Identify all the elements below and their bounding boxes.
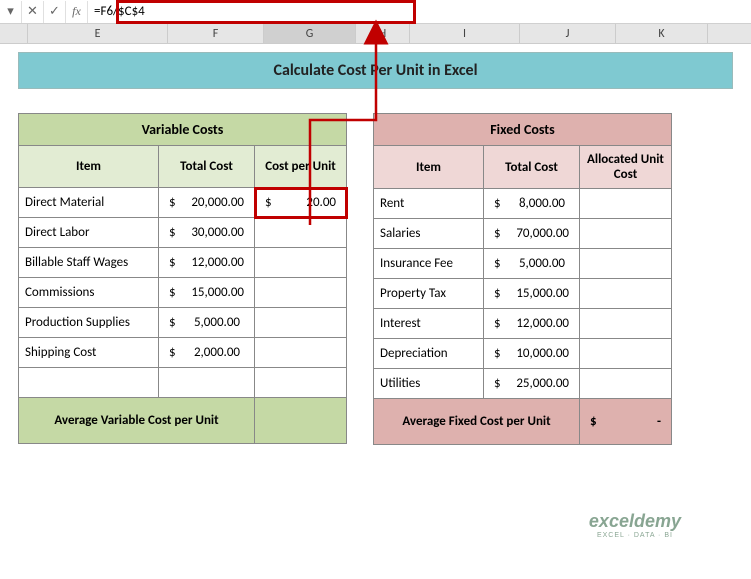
cell-total[interactable]: $12,000.00 [159, 248, 255, 278]
page-title: Calculate Cost Per Unit in Excel [18, 52, 733, 89]
table-row: Interest$12,000.00 [374, 309, 672, 339]
var-avg-value[interactable] [255, 398, 347, 444]
col-header-E[interactable]: E [28, 24, 168, 43]
table-row: Insurance Fee$5,000.00 [374, 249, 672, 279]
fix-avg-row: Average Fixed Cost per Unit $- [374, 399, 672, 445]
variable-title: Variable Costs [19, 114, 347, 146]
cell-cpu[interactable] [255, 278, 347, 308]
table-row: Utilities$25,000.00 [374, 369, 672, 399]
fixed-title: Fixed Costs [374, 114, 672, 146]
fix-avg-label: Average Fixed Cost per Unit [374, 399, 580, 445]
table-row: Direct Labor $30,000.00 [19, 218, 347, 248]
table-row: Commissions $15,000.00 [19, 278, 347, 308]
cell-cpu-selected[interactable]: $20.00 [255, 188, 347, 218]
cancel-icon[interactable]: ✕ [22, 1, 44, 23]
var-h-item: Item [19, 146, 159, 188]
col-header-F[interactable]: F [168, 24, 264, 43]
dropdown-icon[interactable]: ▾ [0, 1, 22, 23]
cell-item[interactable]: Production Supplies [19, 308, 159, 338]
col-header-J[interactable]: J [520, 24, 616, 43]
cell-total[interactable]: $5,000.00 [159, 308, 255, 338]
enter-icon[interactable]: ✓ [44, 1, 66, 23]
fix-h-auc: Allocated Unit Cost [580, 146, 672, 189]
column-headers: E F G H I J K [0, 24, 751, 44]
col-header-G[interactable]: G [264, 24, 356, 43]
cell-item[interactable]: Commissions [19, 278, 159, 308]
fixed-costs-table: Fixed Costs Item Total Cost Allocated Un… [373, 113, 672, 445]
cell-cpu[interactable] [255, 338, 347, 368]
cell-item[interactable]: Direct Material [19, 188, 159, 218]
formula-bar: ▾ ✕ ✓ fx =F6/$C$4 [0, 0, 751, 24]
variable-costs-table: Variable Costs Item Total Cost Cost per … [18, 113, 347, 444]
watermark: exceldemy EXCEL · DATA · BI [589, 511, 681, 539]
table-row: Shipping Cost $2,000.00 [19, 338, 347, 368]
var-avg-label: Average Variable Cost per Unit [19, 398, 255, 444]
worksheet[interactable]: Calculate Cost Per Unit in Excel Variabl… [0, 44, 751, 445]
table-row: Salaries$70,000.00 [374, 219, 672, 249]
fix-h-total: Total Cost [484, 146, 580, 189]
col-header-I[interactable]: I [410, 24, 520, 43]
table-row: Production Supplies $5,000.00 [19, 308, 347, 338]
cell-cpu[interactable] [255, 248, 347, 278]
table-row: Billable Staff Wages $12,000.00 [19, 248, 347, 278]
cell-total[interactable]: $2,000.00 [159, 338, 255, 368]
var-h-total: Total Cost [159, 146, 255, 188]
col-header-H[interactable]: H [356, 24, 410, 43]
cell-cpu[interactable] [255, 308, 347, 338]
col-header-blank [0, 24, 28, 43]
table-row-blank [19, 368, 347, 398]
fx-icon[interactable]: fx [66, 1, 88, 23]
table-row: Property Tax$15,000.00 [374, 279, 672, 309]
cell-item[interactable]: Billable Staff Wages [19, 248, 159, 278]
cell-item[interactable]: Direct Labor [19, 218, 159, 248]
cell-total[interactable]: $20,000.00 [159, 188, 255, 218]
fix-avg-value[interactable]: $- [580, 399, 672, 445]
cell-total[interactable]: $30,000.00 [159, 218, 255, 248]
cell-total[interactable]: $15,000.00 [159, 278, 255, 308]
cell-cpu[interactable] [255, 218, 347, 248]
table-row: Depreciation$10,000.00 [374, 339, 672, 369]
var-h-cpu: Cost per Unit [255, 146, 347, 188]
fix-h-item: Item [374, 146, 484, 189]
table-row: Rent$8,000.00 [374, 189, 672, 219]
cell-item[interactable]: Shipping Cost [19, 338, 159, 368]
var-avg-row: Average Variable Cost per Unit [19, 398, 347, 444]
table-row: Direct Material $20,000.00 $20.00 [19, 188, 347, 218]
formula-input[interactable]: =F6/$C$4 [88, 2, 751, 21]
col-header-K[interactable]: K [616, 24, 708, 43]
